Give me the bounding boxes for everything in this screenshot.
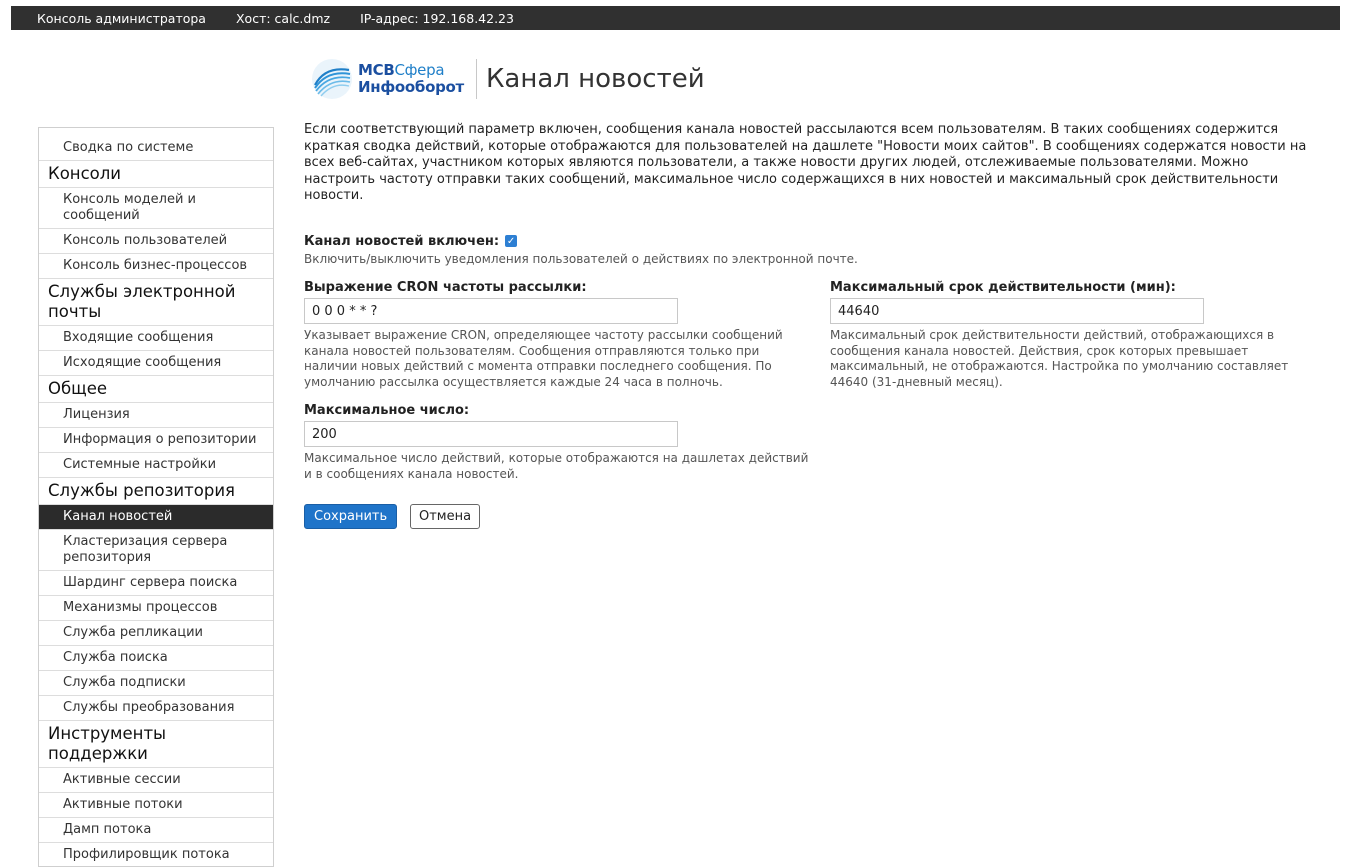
- brand-line2: Инфооборот: [358, 78, 464, 96]
- page-description: Если соответствующий параметр включен, с…: [304, 122, 1307, 203]
- sidebar-item-9[interactable]: Лицензия: [39, 403, 273, 428]
- max-count-hint: Максимальное число действий, которые ото…: [304, 451, 809, 481]
- brand-logo-icon: [312, 59, 352, 99]
- sidebar-item-0[interactable]: Сводка по системе: [39, 128, 273, 161]
- brand-wordmark: МСВСфера Инфооборот: [358, 62, 464, 96]
- sidebar-item-25[interactable]: Профилировщик потока: [39, 843, 273, 866]
- sidebar-item-17[interactable]: Служба репликации: [39, 621, 273, 646]
- sidebar-item-4[interactable]: Консоль бизнес-процессов: [39, 254, 273, 279]
- max-count-input[interactable]: [304, 421, 678, 447]
- page-title: Канал новостей: [485, 64, 705, 94]
- sidebar-item-22[interactable]: Активные сессии: [39, 768, 273, 793]
- feed-enabled-hint: Включить/выключить уведомления пользоват…: [304, 251, 858, 266]
- ip-label: IP-адрес: 192.168.42.23: [360, 10, 514, 26]
- cron-hint: Указывает выражение CRON, определяющее ч…: [304, 328, 783, 389]
- max-count-label: Максимальное число:: [304, 403, 470, 418]
- save-button[interactable]: Сохранить: [304, 504, 398, 529]
- header: МСВСфера Инфооборот Канал новостей: [311, 56, 705, 102]
- feed-enabled-checkbox[interactable]: ✓: [505, 235, 518, 247]
- max-age-input[interactable]: [830, 298, 1204, 324]
- max-age-hint: Максимальный срок действительности дейст…: [830, 328, 1289, 389]
- feed-enabled-label: Канал новостей включен:: [304, 233, 500, 249]
- feed-enabled-row: Канал новостей включен: ✓: [304, 234, 1314, 249]
- sidebar-item-15[interactable]: Шардинг сервера поиска: [39, 571, 273, 596]
- sidebar-section-12: Службы репозитория: [39, 478, 273, 505]
- settings-form: Выражение CRON частоты рассылки: Указыва…: [304, 280, 1314, 490]
- main-content: Если соответствующий параметр включен, с…: [304, 122, 1314, 529]
- sidebar-item-24[interactable]: Дамп потока: [39, 818, 273, 843]
- sidebar-item-11[interactable]: Системные настройки: [39, 453, 273, 478]
- brand-line1a: МСВ: [358, 61, 395, 79]
- sidebar-item-23[interactable]: Активные потоки: [39, 793, 273, 818]
- sidebar-item-14[interactable]: Кластеризация сервера репозитория: [39, 530, 273, 571]
- cron-input[interactable]: [304, 298, 678, 324]
- sidebar-section-1: Консоли: [39, 161, 273, 188]
- brand-line1b: Сфера: [394, 61, 445, 79]
- sidebar-section-21: Инструменты поддержки: [39, 721, 273, 768]
- sidebar-item-13[interactable]: Канал новостей: [39, 505, 273, 530]
- sidebar-section-5: Службы электронной почты: [39, 279, 273, 326]
- sidebar-nav: Сводка по системе Консоли Консоль моделей …: [38, 127, 274, 867]
- top-bar: Консоль администратора Хост: calc.dmz IP…: [11, 6, 1340, 30]
- sidebar-item-19[interactable]: Служба подписки: [39, 671, 273, 696]
- sidebar-item-16[interactable]: Механизмы процессов: [39, 596, 273, 621]
- sidebar-item-20[interactable]: Службы преобразования: [39, 696, 273, 721]
- cancel-button[interactable]: Отмена: [410, 504, 481, 529]
- sidebar-item-3[interactable]: Консоль пользователей: [39, 229, 273, 254]
- host-label: Хост: calc.dmz: [235, 10, 331, 26]
- header-divider: [475, 59, 477, 99]
- admin-console-label[interactable]: Консоль администратора: [37, 11, 206, 26]
- sidebar-item-2[interactable]: Консоль моделей и сообщений: [39, 188, 273, 229]
- max-age-label: Максимальный срок действительности (мин)…: [830, 280, 1176, 295]
- sidebar-item-6[interactable]: Входящие сообщения: [39, 326, 273, 351]
- sidebar-item-7[interactable]: Исходящие сообщения: [39, 351, 273, 376]
- cron-label: Выражение CRON частоты рассылки:: [304, 280, 587, 295]
- sidebar-section-8: Общее: [39, 376, 273, 403]
- sidebar-item-18[interactable]: Служба поиска: [39, 646, 273, 671]
- sidebar-item-10[interactable]: Информация о репозитории: [39, 428, 273, 453]
